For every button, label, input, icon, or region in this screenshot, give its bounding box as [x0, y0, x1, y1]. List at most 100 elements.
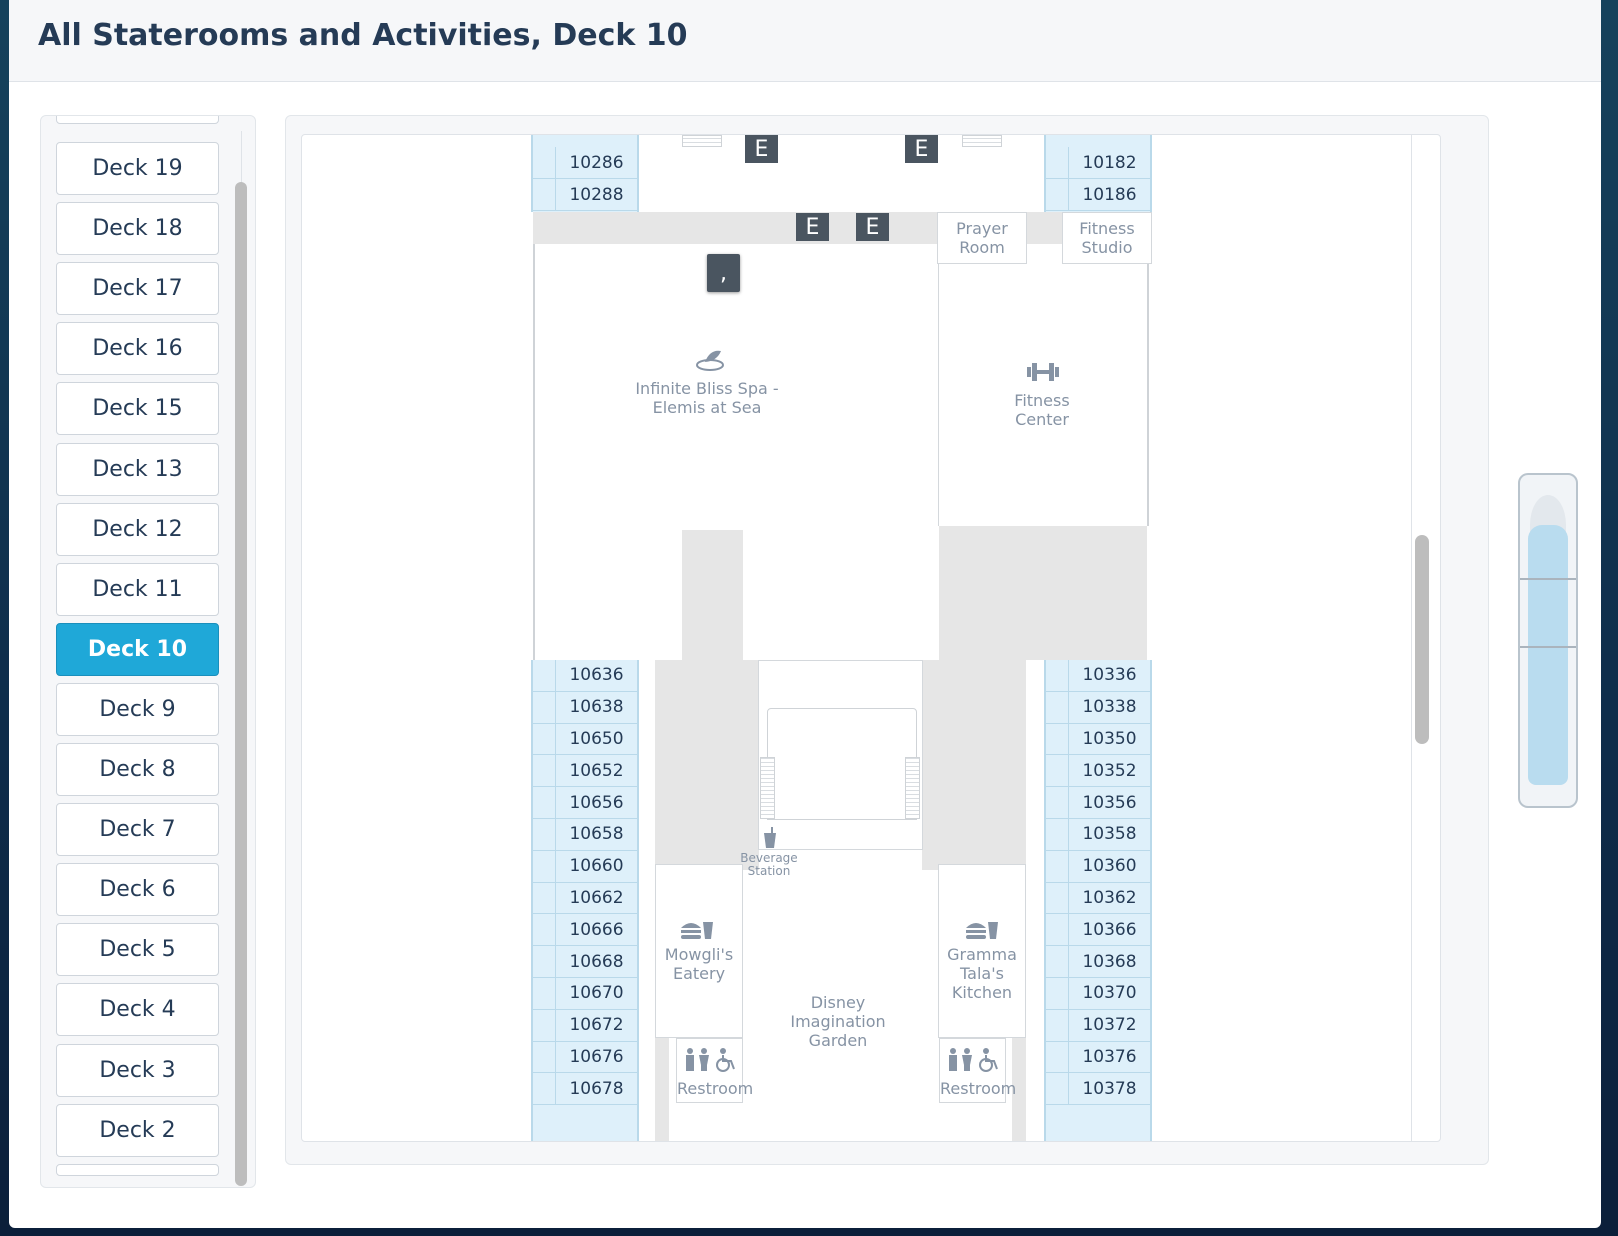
restroom-label: Restroom [677, 1079, 754, 1098]
stairs-left [760, 757, 775, 819]
stateroom[interactable]: 10650 [533, 723, 637, 756]
deck-button-deck-19[interactable]: Deck 19 [56, 142, 219, 195]
deck-button-deck-7[interactable]: Deck 7 [56, 803, 219, 857]
deck-button-partial[interactable] [56, 1163, 219, 1176]
stateroom-number: 10352 [1068, 755, 1150, 787]
ship-hull [1528, 525, 1568, 785]
stateroom[interactable]: 10676 [533, 1041, 637, 1074]
stateroom-number: 10182 [1068, 147, 1150, 178]
stateroom[interactable]: 10678 [533, 1073, 637, 1106]
burger-drink-icon [964, 916, 1000, 940]
stateroom-number: 10638 [555, 691, 637, 723]
stateroom[interactable]: 10670 [533, 978, 637, 1010]
stateroom[interactable]: 10362 [1046, 882, 1150, 915]
stateroom-number: 10372 [1068, 1009, 1150, 1041]
stateroom-number: 10186 [1068, 179, 1150, 210]
deck-button-deck-5[interactable]: Deck 5 [56, 923, 219, 977]
deck-button-deck-10[interactable]: Deck 10 [56, 622, 219, 676]
fitness-studio[interactable]: Fitness Studio [1062, 212, 1152, 264]
stateroom[interactable]: 10286 [533, 147, 637, 179]
stateroom[interactable]: 10638 [533, 691, 637, 724]
deck-button-partial[interactable] [56, 116, 219, 124]
stateroom[interactable]: 10372 [1046, 1009, 1150, 1042]
deck-button-deck-6[interactable]: Deck 6 [56, 863, 219, 917]
stairs-top-left [682, 135, 722, 147]
stateroom[interactable]: 10370 [1046, 978, 1150, 1010]
stateroom[interactable]: 10668 [533, 946, 637, 978]
map-scroll-track [1411, 135, 1412, 1141]
fitness-studio-label: Fitness Studio [1079, 219, 1135, 257]
stateroom-number: 10286 [555, 147, 637, 178]
stateroom-number: 10662 [555, 882, 637, 914]
stateroom[interactable]: 10652 [533, 755, 637, 788]
stateroom[interactable]: 10360 [1046, 850, 1150, 883]
deck-button-deck-13[interactable]: Deck 13 [56, 442, 219, 496]
stateroom[interactable]: 10352 [1046, 755, 1150, 788]
stateroom[interactable]: 10336 [1046, 660, 1150, 692]
stateroom[interactable]: 10366 [1046, 914, 1150, 947]
stateroom[interactable]: 10350 [1046, 723, 1150, 756]
stateroom[interactable]: 10356 [1046, 787, 1150, 819]
stateroom-number: 10362 [1068, 882, 1150, 914]
deck-button-deck-17[interactable]: Deck 17 [56, 262, 219, 316]
stateroom[interactable]: 10338 [1046, 691, 1150, 724]
stateroom[interactable]: 10636 [533, 660, 637, 692]
drink-icon [762, 827, 778, 849]
stateroom-number: 10650 [555, 723, 637, 755]
corridor [939, 526, 1147, 660]
stateroom[interactable]: 10660 [533, 850, 637, 883]
deck-plan-modal: All Staterooms and Activities, Deck 10 D… [9, 0, 1601, 1228]
deck-button-deck-12[interactable]: Deck 12 [56, 502, 219, 556]
pool-deck [767, 708, 917, 820]
stateroom[interactable]: 10658 [533, 819, 637, 851]
stateroom[interactable]: 10358 [1046, 819, 1150, 851]
deck-button-deck-16[interactable]: Deck 16 [56, 322, 219, 376]
deck-button-deck-2[interactable]: Deck 2 [56, 1103, 219, 1157]
restroom[interactable]: Restroom [939, 1038, 1016, 1103]
deck-button-deck-18[interactable]: Deck 18 [56, 202, 219, 256]
elevator-icon: E [856, 213, 889, 241]
stateroom[interactable]: 10378 [1046, 1073, 1150, 1106]
deck-list[interactable]: Deck 19 Deck 18 Deck 17 Deck 16 Deck 15 Deck … [41, 116, 241, 1187]
stateroom[interactable]: 10182 [1046, 147, 1150, 179]
stateroom[interactable]: 10656 [533, 787, 637, 819]
modal-header: All Staterooms and Activities, Deck 10 [9, 0, 1601, 82]
deck-button-deck-15[interactable]: Deck 15 [56, 382, 219, 436]
deck-button-deck-8[interactable]: Deck 8 [56, 743, 219, 796]
corridor [922, 660, 1026, 870]
deck-button-deck-3[interactable]: Deck 3 [56, 1043, 219, 1097]
deck-button-deck-11[interactable]: Deck 11 [56, 562, 219, 616]
ship-view-marker [1520, 646, 1576, 648]
deck-button-deck-9[interactable]: Deck 9 [56, 682, 219, 736]
stateroom-number: 10366 [1068, 914, 1150, 946]
spa-label: Infinite Bliss Spa - Elemis at Sea [635, 379, 779, 417]
stateroom[interactable]: 10288 [533, 179, 637, 211]
stateroom[interactable]: 10672 [533, 1009, 637, 1042]
deck-scrollbar[interactable] [235, 182, 247, 1186]
deck-list-panel: Deck 19 Deck 18 Deck 17 Deck 16 Deck 15 Deck … [40, 115, 256, 1188]
stateroom-number: 10360 [1068, 850, 1150, 882]
stateroom[interactable]: 10666 [533, 914, 637, 947]
stateroom[interactable]: 10376 [1046, 1041, 1150, 1074]
stateroom-number: 10350 [1068, 723, 1150, 755]
elevator-icon: E [745, 135, 778, 163]
prayer-room[interactable]: Prayer Room [937, 212, 1027, 264]
restroom[interactable]: Restroom [676, 1038, 754, 1103]
stateroom-number: 10672 [555, 1009, 637, 1041]
mowglis-eatery-label: Mowgli's Eatery [664, 945, 734, 983]
stateroom-number: 10670 [555, 978, 637, 1009]
deck-button-deck-4[interactable]: Deck 4 [56, 983, 219, 1037]
cabin-column-left: 10636 10638 10650 10652 10656 10658 10660 10662… [531, 660, 639, 1141]
stateroom-number: 10678 [555, 1073, 637, 1105]
stateroom[interactable]: 10186 [1046, 179, 1150, 211]
stateroom[interactable]: 10368 [1046, 946, 1150, 978]
gramma-talas-kitchen-label: Gramma Tala's Kitchen [947, 945, 1017, 1002]
stateroom-number: 10668 [555, 946, 637, 977]
deck-map[interactable]: 10286 10288 10182 10186 E E E E Prayer Roo… [301, 134, 1441, 1142]
stateroom-number: 10658 [555, 819, 637, 850]
ship-deck-navigator[interactable] [1518, 473, 1578, 808]
imagination-garden-label: Disney Imagination Garden [790, 993, 886, 1050]
map-scrollbar[interactable] [1415, 535, 1429, 744]
corridor [533, 212, 1143, 244]
stateroom[interactable]: 10662 [533, 882, 637, 915]
